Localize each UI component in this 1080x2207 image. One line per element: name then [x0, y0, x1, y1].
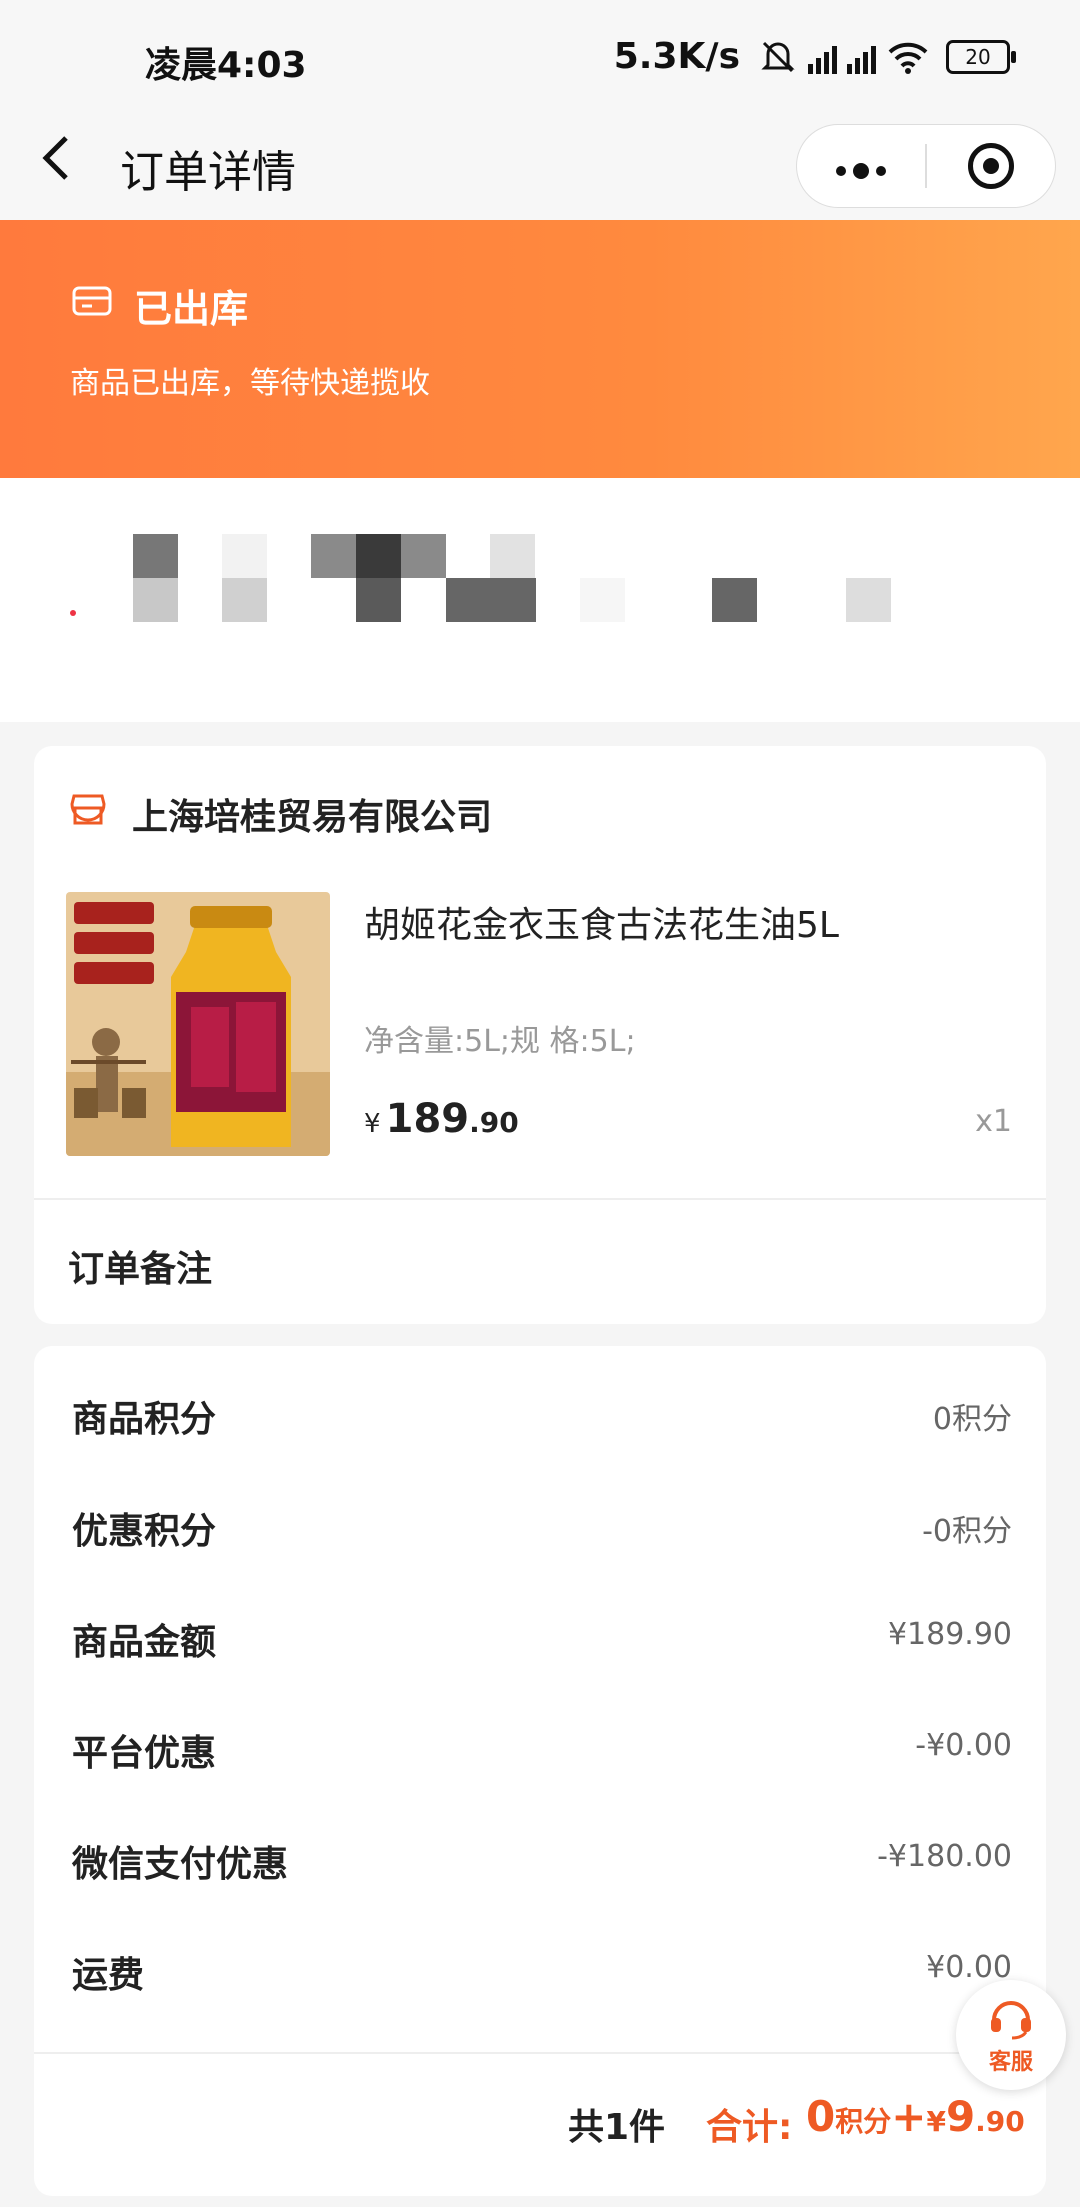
order-status-banner: 已出库 商品已出库，等待快递揽收	[0, 220, 1080, 478]
price-currency: ¥	[364, 1109, 381, 1139]
battery-icon: 20	[946, 39, 1016, 74]
price-decimal: .90	[469, 1106, 519, 1139]
target-icon	[968, 143, 1014, 189]
redacted-block	[222, 578, 267, 622]
headset-icon	[991, 2001, 1031, 2040]
summary-label-points: 商品积分	[72, 1399, 217, 1440]
summary-label-goods-amount: 商品金额	[72, 1622, 217, 1663]
total-points-unit: 积分	[835, 2105, 892, 2138]
page-title: 订单详情	[120, 147, 296, 198]
total-integer: 9	[945, 2092, 976, 2141]
summary-value-points: 0积分	[932, 1402, 1012, 1437]
redacted-block	[133, 578, 178, 622]
redacted-block	[446, 578, 536, 622]
total-points: 0	[806, 2092, 836, 2141]
miniprogram-capsule	[796, 124, 1056, 208]
status-indicators: 5.3K/s 20	[613, 36, 1016, 77]
summary-value-shipping: ¥0.00	[926, 1950, 1012, 1985]
redacted-block	[580, 578, 625, 622]
price-summary-card: 商品积分 0积分 优惠积分 -0积分 商品金额 ¥189.90 平台优惠 -¥0…	[34, 1346, 1046, 2196]
redacted-block	[712, 578, 757, 622]
redacted-block	[222, 534, 267, 578]
item-count: 共1件	[568, 2107, 666, 2148]
summary-label-shipping: 运费	[72, 1955, 145, 1996]
address-section[interactable]	[0, 478, 1080, 722]
summary-value-goods-amount: ¥189.90	[887, 1617, 1012, 1652]
signal-icon-2	[847, 40, 876, 74]
summary-label-platform-discount: 平台优惠	[72, 1733, 217, 1774]
total-label: 合计:	[706, 2107, 793, 2148]
order-card: 上海培桂贸易有限公司 胡姬花金衣玉食古法花生油5L 净含量:5L;规 格:5L;…	[34, 746, 1046, 1324]
store-icon	[70, 794, 106, 825]
redacted-block	[356, 534, 401, 578]
redacted-block	[356, 578, 401, 622]
order-status-title: 已出库	[134, 287, 249, 331]
product-quantity: x1	[975, 1104, 1012, 1139]
shipping-box-icon	[72, 286, 112, 316]
chevron-left-icon	[42, 136, 68, 180]
redacted-block	[311, 534, 356, 578]
product-name[interactable]: 胡姬花金衣玉食古法花生油5L	[364, 896, 839, 948]
summary-value-wechat-pay-discount: -¥180.00	[877, 1839, 1012, 1874]
customer-service-button[interactable]: 客服	[956, 1980, 1066, 2090]
status-time: 凌晨4:03	[145, 45, 307, 86]
location-marker	[70, 610, 76, 616]
more-dots-icon[interactable]	[797, 141, 925, 192]
mute-bell-icon	[761, 41, 795, 72]
order-status-subtitle: 商品已出库，等待快递揽收	[70, 366, 430, 401]
wifi-icon	[888, 42, 928, 74]
summary-label-wechat-pay-discount: 微信支付优惠	[72, 1844, 289, 1885]
product-spec: 净含量:5L;规 格:5L;	[364, 1024, 636, 1059]
redacted-block	[846, 578, 891, 622]
product-price: ¥ 189.90	[364, 1096, 519, 1142]
redacted-block	[401, 534, 446, 578]
product-image[interactable]	[66, 892, 330, 1156]
summary-value-discount-points: -0积分	[922, 1514, 1012, 1549]
close-miniprogram-button[interactable]	[927, 143, 1055, 189]
summary-value-platform-discount: -¥0.00	[915, 1728, 1012, 1763]
back-button[interactable]	[38, 132, 72, 194]
total-plus: +	[891, 2092, 927, 2141]
order-remark-label[interactable]: 订单备注	[68, 1240, 212, 1292]
total-amount: 0积分+¥9.90	[806, 2092, 1025, 2141]
divider	[34, 2052, 1046, 2054]
redacted-block	[490, 534, 535, 578]
price-integer: 189	[385, 1096, 470, 1142]
nav-bar: 订单详情	[0, 118, 1080, 220]
store-name[interactable]: 上海培桂贸易有限公司	[132, 788, 492, 840]
summary-label-discount-points: 优惠积分	[72, 1511, 217, 1552]
network-speed: 5.3K/s	[613, 36, 740, 77]
total-decimal: .90	[975, 2105, 1025, 2138]
total-currency: ¥	[926, 2105, 946, 2138]
customer-service-label: 客服	[988, 2050, 1033, 2075]
signal-icon	[808, 40, 837, 74]
divider	[34, 1198, 1046, 1200]
status-bar: 凌晨4:03 5.3K/s 20	[0, 0, 1080, 118]
redacted-block	[133, 534, 178, 578]
